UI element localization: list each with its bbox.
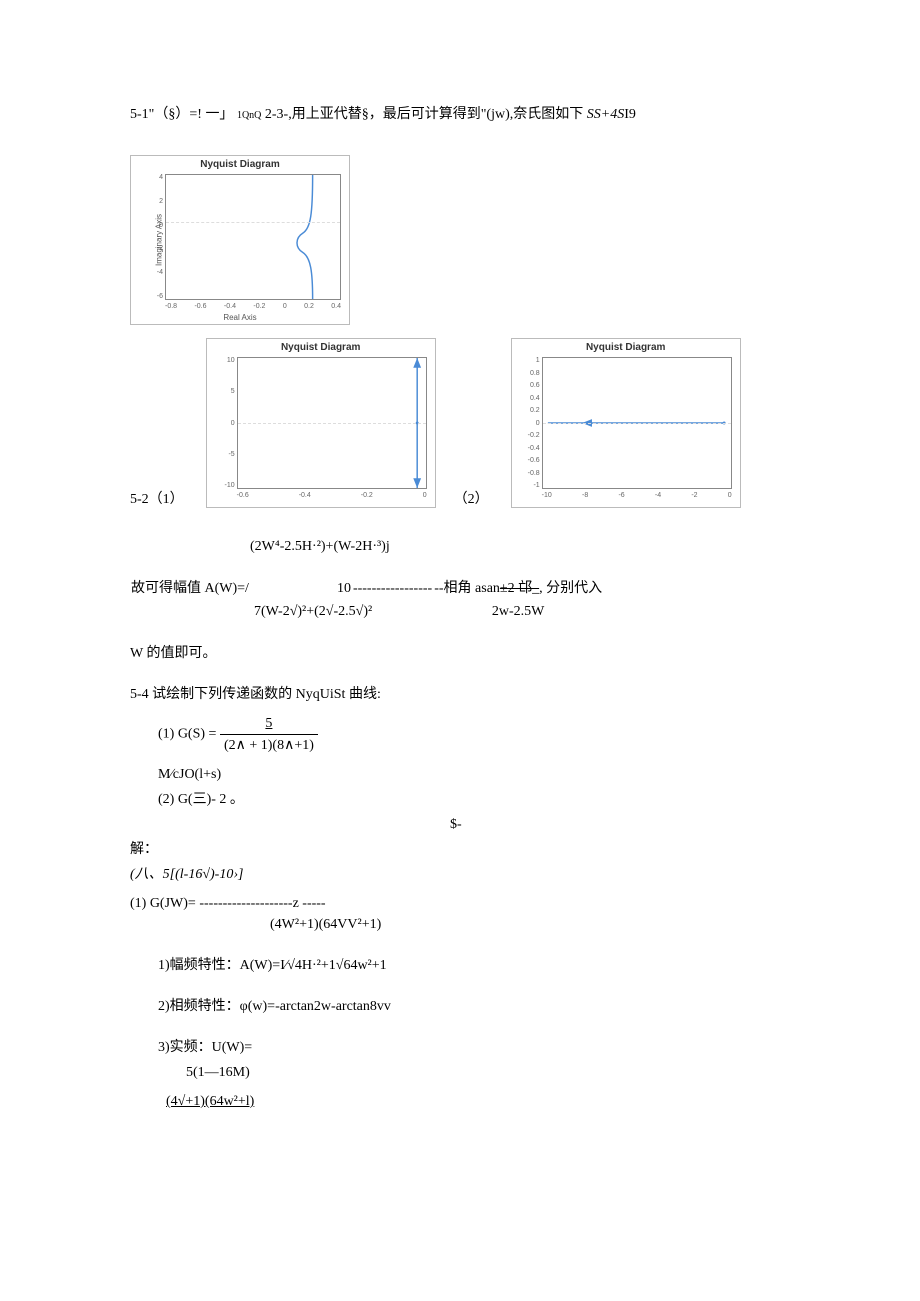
sol1-label: (1) G(JW)= [130,896,196,911]
solution-label: 解： [130,839,790,860]
sol1-dashes: --------------------z ----- [199,896,325,911]
problem-5-1: 5-1"（§）=! 一」 1QnQ 2-3-,用上亚代替§，最后可计算得到"(j… [130,104,790,125]
diagram-row-5-2: 5-2（1） Nyquist Diagram 10 5 0 -5 -10 [130,338,790,508]
ytick: -4 [149,269,163,276]
amplitude-denom-left: 7(W-2√)²+(2√-2.5√)² [250,600,433,623]
problem-5-1-rest: 2-3-,用上亚代替§，最后可计算得到"(jw),奈氏图如下 [265,107,583,122]
xtick: -0.4 [224,303,236,310]
plot-svg [166,175,340,299]
ytick: -0.2 [523,432,540,439]
xtick: 0.2 [304,303,314,310]
x-ticks: -0.8 -0.6 -0.4 -0.2 0 0.2 0.4 [165,303,341,310]
y-ticks: 4 2 0 -2 -4 -6 [149,174,163,300]
chart-title: Nyquist Diagram [207,342,435,353]
sol1-sub-2-text: 2)相频特性：φ(w)=-arctan2w-arctan8vv [158,999,391,1014]
sol1-sub-3: 3)实频：U(W)= [158,1037,790,1058]
frac-num: 5 [220,713,318,734]
equation-1: (2W⁴-2.5H·²)+(W-2H·³)j [250,536,790,557]
ytick: 2 [149,198,163,205]
xtick: 0 [423,492,427,499]
phase-num: ±2 邙_ [500,581,539,596]
sol1-sub-2: 2)相频特性：φ(w)=-arctan2w-arctan8vv [158,996,790,1017]
ytick: 4 [149,174,163,181]
s-minus: $- [450,814,790,835]
problem-5-4: 5-4 试绘制下列传递函数的 NyqUiSt 曲线: [130,684,790,705]
ytick: 10 [221,357,235,364]
ytick: -0.8 [523,470,540,477]
problem-5-1-frac: 1QnQ [237,111,261,121]
item1-frac: 5 (2∧ + 1)(8∧+1) [220,713,318,756]
frac-den: (2∧ + 1)(8∧+1) [220,734,318,756]
ytick: 0 [149,222,163,229]
xtick: -0.4 [299,492,311,499]
xtick: -8 [582,492,588,499]
w-note: W 的值即可。 [130,643,790,664]
item1-label: (1) G(S) = [158,727,216,742]
sol1-sub-3c: (4√+1)(64w²+l) [166,1091,254,1112]
ytick: -1 [523,482,540,489]
y-ticks: 1 0.8 0.6 0.4 0.2 0 -0.2 -0.4 -0.6 -0.8 … [523,357,540,489]
ytick: 1 [523,357,540,364]
sol1-den: (4W²+1)(64VV²+1) [270,914,790,935]
ytick: 0.8 [523,370,540,377]
x-ticks: -0.6 -0.4 -0.2 0 [237,492,427,499]
amplitude-prefix: 故可得幅值 A(W)=/ [130,577,250,600]
amplitude-dashes: ----------------- [352,577,433,600]
problem-5-4-item2: (2) G(三)- 2 。 [158,789,790,810]
sol1-main: (1) G(JW)= --------------------z ----- (… [130,893,790,935]
xtick: -0.8 [165,303,177,310]
xtick: -0.6 [194,303,206,310]
ytick: -0.6 [523,457,540,464]
item2-text: (2) G(三)- 2 。 [158,792,244,807]
ytick: 0.2 [523,407,540,414]
phase-prefix: --相角 asan [434,581,500,596]
xtick: -6 [618,492,624,499]
amplitude-denom-right: 2w-2.5W [433,600,603,623]
nyquist-diagram-2: Nyquist Diagram 10 5 0 -5 -10 -0.6 -0. [206,338,436,508]
phase-suffix: , 分别代入 [539,581,602,596]
ytick: -5 [221,451,235,458]
chart-title: Nyquist Diagram [512,342,740,353]
amplitude-block: 故可得幅值 A(W)=/ 10 ----------------- --相角 a… [130,577,790,623]
caption-5-2-1: 5-2（1） [130,488,184,508]
ytick: 0.4 [523,395,540,402]
xtick: -10 [542,492,552,499]
ytick: 0 [523,420,540,427]
xtick: 0 [728,492,732,499]
xtick: 0.4 [331,303,341,310]
x-axis-label: Real Axis [131,313,349,322]
xtick: -2 [691,492,697,499]
problem-5-1-toptext: 一」 [205,107,233,122]
ytick: -2 [149,245,163,252]
ytick: -6 [149,293,163,300]
nyquist-diagram-3: Nyquist Diagram 1 0.8 0.6 0.4 0.2 0 -0.2… [511,338,741,508]
xtick: 0 [283,303,287,310]
problem-5-4-item1: (1) G(S) = 5 (2∧ + 1)(8∧+1) [158,713,790,756]
sol1-line1: (八、5[(l-16√)-10›] [130,864,790,885]
x-ticks: -10 -8 -6 -4 -2 0 [542,492,732,499]
y-ticks: 10 5 0 -5 -10 [221,357,235,489]
caption-5-2-2: （2） [454,488,489,508]
ytick: -0.4 [523,445,540,452]
problem-5-1-tail: I9 [624,107,636,122]
sol1-sub-3b: 5(1—16M) [186,1062,790,1083]
chart-title: Nyquist Diagram [131,159,349,170]
ytick: 0 [221,420,235,427]
problem-5-1-prefix: 5-1"（§）=! [130,107,202,122]
mcjo-line: M∕cJO(l+s) [158,764,790,785]
nyquist-diagram-1: Nyquist Diagram Imaginary Axis 4 2 0 -2 … [130,155,350,325]
xtick: -0.2 [253,303,265,310]
xtick: -4 [655,492,661,499]
amplitude-ten: 10 [250,577,352,600]
problem-5-1-italic: SS+4S [587,107,624,122]
xtick: -0.6 [237,492,249,499]
ytick: -10 [221,482,235,489]
ytick: 5 [221,388,235,395]
sol1-sub-1: 1)幅频特性：A(W)=I∕√4H·²+1√64w²+1 [158,955,790,976]
xtick: -0.2 [361,492,373,499]
frac-num: 1QnQ [237,111,261,121]
ytick: 0.6 [523,382,540,389]
